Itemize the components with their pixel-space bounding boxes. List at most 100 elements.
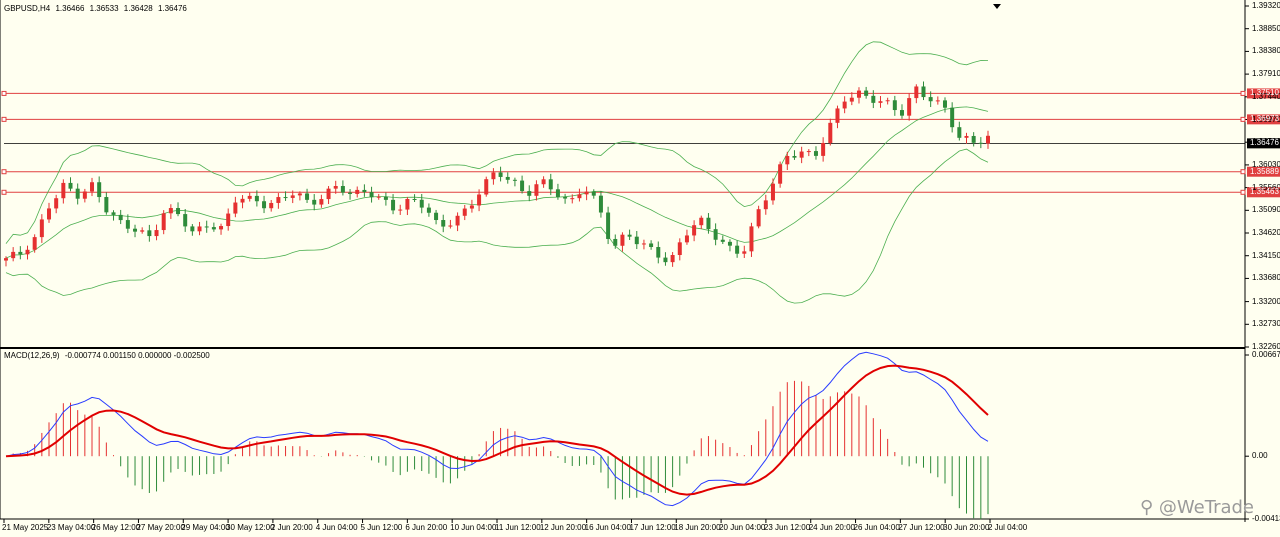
candle-body <box>25 249 30 255</box>
trading-chart[interactable] <box>0 0 1280 537</box>
candle-body <box>663 257 668 263</box>
macd-y-tick-label: 0.00 <box>1252 451 1268 461</box>
candle-body <box>907 98 912 116</box>
y-tick-label: 1.33200 <box>1252 296 1280 306</box>
y-tick-label: 1.38380 <box>1252 46 1280 56</box>
candle-body <box>584 191 589 195</box>
candle-body <box>312 199 317 205</box>
level-handle-right <box>1240 189 1246 195</box>
candle-body <box>441 220 446 227</box>
y-tick-label: 1.39320 <box>1252 1 1280 10</box>
candle-body <box>477 194 482 206</box>
candle-body <box>47 208 52 220</box>
candle-body <box>434 212 439 221</box>
candle-body <box>412 198 417 200</box>
candle-body <box>39 219 44 238</box>
symbol-label: GBPUSD,H4 <box>4 4 51 13</box>
candle-body <box>233 202 238 214</box>
x-tick-label: 26 May 12:00 <box>91 523 141 532</box>
candle-body <box>426 207 431 213</box>
x-tick-label: 17 Jun 12:00 <box>629 523 676 532</box>
y-tick-label: 1.38850 <box>1252 23 1280 33</box>
candle-body <box>147 230 152 237</box>
candle-body <box>204 226 209 228</box>
candle-body <box>133 228 138 232</box>
candle-body <box>871 95 876 103</box>
candle-body <box>692 225 697 236</box>
candle-body <box>18 251 23 255</box>
wetrade-logo-icon: ⚲ <box>1140 497 1159 518</box>
candle-body <box>333 186 338 189</box>
x-tick-label: 4 Jun 04:00 <box>315 523 358 532</box>
candle-body <box>699 217 704 226</box>
candle-body <box>448 225 453 227</box>
x-tick-label: 6 Jun 20:00 <box>405 523 448 532</box>
candle-body <box>864 90 869 96</box>
macd-name: MACD(12,26,9) <box>4 351 60 360</box>
candle-body <box>563 197 568 199</box>
candle-body <box>770 183 775 201</box>
level-handle-right <box>1240 90 1246 96</box>
y-tick-label: 1.34620 <box>1252 228 1280 237</box>
candle-body <box>821 142 826 156</box>
candle-body <box>75 188 80 199</box>
candle-body <box>505 176 510 180</box>
open-value: 1.36466 <box>55 4 85 13</box>
candle-body <box>269 202 274 209</box>
candle-body <box>11 251 16 259</box>
candle-body <box>61 182 66 199</box>
candle-body <box>290 195 295 198</box>
candle-body <box>806 151 811 153</box>
candle-body <box>749 226 754 252</box>
candle-body <box>90 182 95 192</box>
candle-body <box>491 172 496 180</box>
candle-body <box>369 192 374 198</box>
candle-body <box>735 245 740 254</box>
candle-body <box>520 180 525 192</box>
candle-body <box>971 135 976 143</box>
candle-body <box>641 243 646 245</box>
level-handle-left <box>1 116 7 122</box>
candle-body <box>555 189 560 198</box>
candle-body <box>211 227 216 230</box>
candle-body <box>118 214 123 221</box>
candle-body <box>405 198 410 210</box>
x-tick-label: 11 Jun 12:00 <box>495 523 541 532</box>
candle-body <box>935 100 940 102</box>
candle-body <box>512 179 517 181</box>
candle-body <box>684 235 689 243</box>
candle-body <box>799 151 804 158</box>
candle-body <box>742 251 747 254</box>
candle-body <box>570 198 575 200</box>
level-handle-right <box>1240 169 1246 175</box>
y-tick-label: 1.37910 <box>1252 69 1280 79</box>
candle-body <box>176 208 181 215</box>
level-price-label: 1.37510 <box>1250 88 1279 98</box>
x-tick-label: 27 Jun 12:00 <box>898 523 945 532</box>
candle-body <box>835 108 840 123</box>
candle-body <box>849 97 854 102</box>
candle-body <box>462 208 467 216</box>
candle-body <box>326 188 331 200</box>
candle-body <box>319 199 324 205</box>
candle-body <box>720 239 725 242</box>
candle-body <box>656 247 661 258</box>
watermark: ⚲ @WeTrade <box>1140 497 1254 518</box>
level-handle-left <box>1 169 7 175</box>
candle-body <box>942 100 947 108</box>
x-tick-label: 30 Jun 20:00 <box>943 523 990 532</box>
x-tick-label: 23 Jun 12:00 <box>763 523 811 532</box>
y-tick-label: 1.32730 <box>1252 319 1280 329</box>
x-tick-label: 29 May 04:00 <box>181 523 230 532</box>
candle-body <box>283 197 288 199</box>
level-price-label: 1.35889 <box>1250 166 1279 176</box>
candle-body <box>606 212 611 239</box>
candle-body <box>97 182 102 198</box>
candle-body <box>957 127 962 138</box>
candle-body <box>82 191 87 199</box>
candle-body <box>541 179 546 185</box>
candle-body <box>104 197 109 213</box>
candle-body <box>348 192 353 194</box>
candle-body <box>527 191 532 196</box>
x-tick-label: 2 Jul 04:00 <box>988 523 1028 532</box>
